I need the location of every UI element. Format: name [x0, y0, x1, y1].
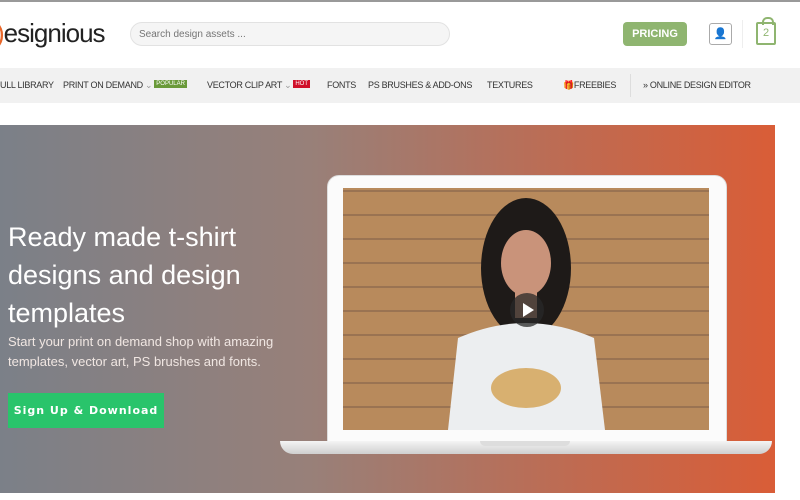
signup-download-button[interactable]: Sign Up & Download	[8, 393, 164, 428]
nav-freebies[interactable]: 🎁FREEBIES	[563, 80, 616, 91]
nav-label: FREEBIES	[573, 80, 617, 90]
pricing-button[interactable]: PRICING	[623, 22, 687, 46]
hot-badge: HOT	[293, 80, 310, 88]
nav-divider	[630, 74, 631, 97]
gift-icon: 🎁	[563, 80, 574, 90]
nav-online-design-editor[interactable]: » ONLINE DESIGN EDITOR	[643, 80, 751, 90]
nav-textures[interactable]: TEXTURES	[487, 80, 533, 90]
popular-badge: POPULAR	[154, 80, 187, 88]
nav-full-library[interactable]: ULL LIBRARY	[0, 80, 54, 90]
main-nav: ULL LIBRARY PRINT ON DEMAND ⌄ POPULAR VEC…	[0, 68, 800, 103]
nav-label: PRINT ON DEMAND	[63, 80, 143, 90]
search-input[interactable]	[130, 22, 450, 46]
nav-vector-clip-art[interactable]: VECTOR CLIP ART ⌄ HOT	[207, 80, 310, 91]
top-border	[0, 0, 800, 2]
nav-ps-brushes[interactable]: PS BRUSHES & ADD-ONS	[368, 80, 472, 90]
nav-label: VECTOR CLIP ART	[207, 80, 282, 90]
play-icon[interactable]	[510, 293, 544, 327]
chevron-down-icon: ⌄	[284, 80, 292, 90]
divider	[742, 20, 743, 48]
cart-count: 2	[762, 27, 770, 39]
hero-title: Ready made t-shirt designs and design te…	[8, 222, 241, 328]
hero-subtitle: Start your print on demand shop with ama…	[8, 334, 274, 369]
double-chevron-icon: »	[643, 80, 650, 90]
laptop-notch	[480, 441, 570, 446]
cart-icon[interactable]: 2	[756, 17, 776, 45]
logo[interactable]: )esignious	[0, 18, 106, 49]
nav-label: ONLINE DESIGN EDITOR	[649, 80, 751, 90]
user-account-icon[interactable]: 👤	[709, 23, 732, 45]
nav-print-on-demand[interactable]: PRINT ON DEMAND ⌄ POPULAR	[63, 80, 187, 91]
nav-fonts[interactable]: FONTS	[327, 80, 356, 90]
chevron-down-icon: ⌄	[145, 80, 153, 90]
